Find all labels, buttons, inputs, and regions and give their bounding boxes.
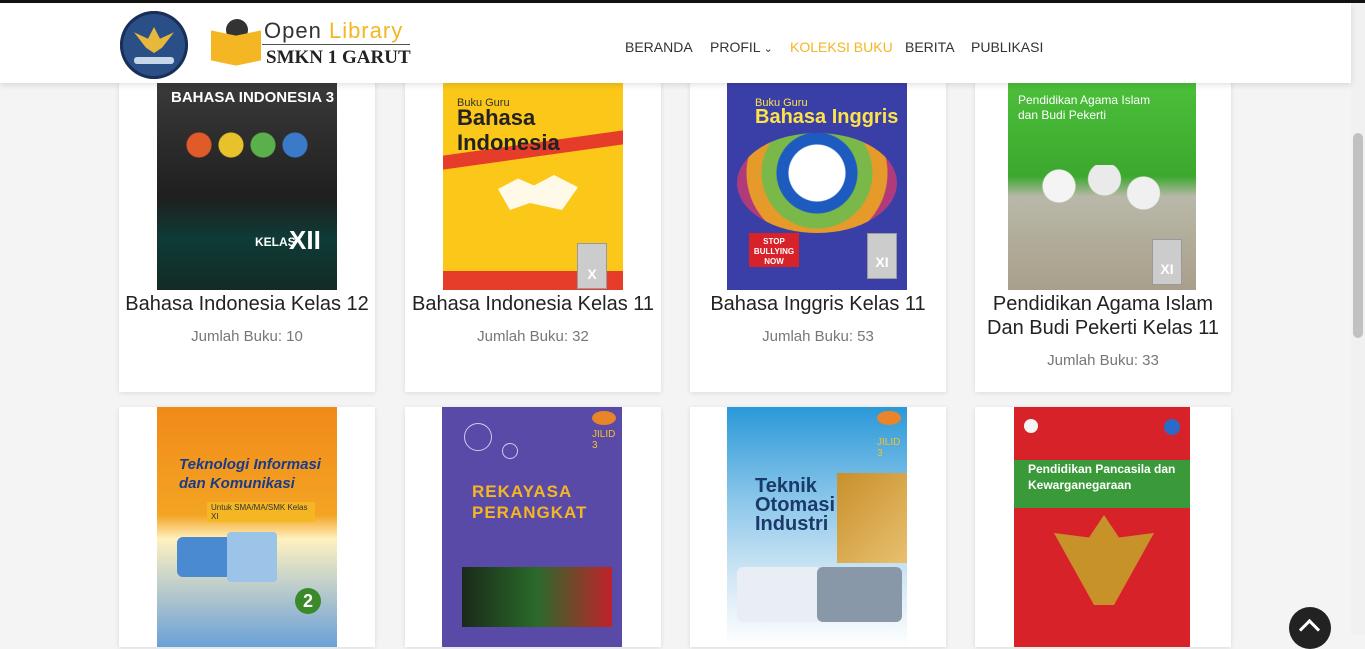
book-count: Jumlah Buku: 53 [762, 328, 874, 345]
brand-title[interactable]: Open Library [264, 18, 403, 44]
brand-open: Open [264, 18, 322, 43]
cover-title: Teknik Otomasi Industri [755, 475, 836, 535]
brand-divider [262, 44, 410, 45]
navbar: Open Library SMKN 1 GARUT BERANDA PROFIL… [0, 3, 1351, 83]
nav-berita[interactable]: BERITA [905, 39, 955, 55]
nav-profil[interactable]: PROFIL ⌄ [710, 39, 773, 55]
top-border [0, 0, 1365, 3]
book-title[interactable]: Bahasa Indonesia Kelas 11 [405, 292, 661, 316]
cover-title: REKAYASA PERANGKAT [472, 482, 588, 522]
brand-school: SMKN 1 GARUT [266, 47, 411, 68]
book-card[interactable]: Teknologi Informasi dan Komunikasi Untuk… [119, 407, 375, 647]
cover-jilid: JILID 3 [877, 437, 901, 459]
book-card[interactable]: Buku Guru Bahasa Indonesia X Bahasa Indo… [405, 60, 661, 392]
nav-publikasi[interactable]: PUBLIKASI [971, 39, 1043, 55]
open-book-icon [211, 19, 261, 67]
book-cover-image[interactable]: Teknologi Informasi dan Komunikasi Untuk… [157, 407, 337, 647]
book-cover-image[interactable]: Pendidikan Agama Islam dan Budi Pekerti … [1008, 83, 1196, 290]
nav-profil-label: PROFIL [710, 39, 761, 55]
book-cover-image[interactable]: Pendidikan Pancasila dan Kewarganegaraan [1014, 407, 1190, 647]
book-title[interactable]: Bahasa Inggris Kelas 11 [690, 292, 946, 316]
book-count: Jumlah Buku: 32 [477, 328, 589, 345]
book-title[interactable]: Bahasa Indonesia Kelas 12 [119, 292, 375, 316]
cover-title: Bahasa Inggris [755, 106, 899, 128]
cover-title: Bahasa Indonesia [457, 105, 560, 155]
cover-subtitle: Untuk SMA/MA/SMK Kelas XI [207, 502, 315, 522]
nav-koleksi-buku[interactable]: KOLEKSI BUKU [790, 39, 893, 55]
chevron-down-icon: ⌄ [763, 43, 773, 55]
book-card[interactable]: JILID 3 REKAYASA PERANGKAT [405, 407, 661, 647]
book-cover-image[interactable]: Buku Guru Bahasa Inggris STOP BULLYING N… [727, 83, 907, 290]
book-card[interactable]: Pendidikan Pancasila dan Kewarganegaraan [975, 407, 1231, 647]
book-count: Jumlah Buku: 33 [1047, 352, 1159, 369]
book-card[interactable]: Buku Guru Bahasa Inggris STOP BULLYING N… [690, 60, 946, 392]
book-card[interactable]: BAHASA INDONESIA 3 KELAS XII Bahasa Indo… [119, 60, 375, 392]
cover-grade: X [577, 243, 607, 289]
book-title-line: Pendidikan Agama Islam [992, 293, 1214, 315]
school-seal-logo[interactable] [120, 11, 188, 79]
cover-title: BAHASA INDONESIA 3 [171, 89, 335, 106]
cover-title: Teknologi Informasi dan Komunikasi [179, 456, 321, 492]
scrollbar-thumb[interactable] [1353, 133, 1363, 338]
arrow-up-icon [1298, 618, 1321, 641]
cover-volume: 2 [295, 588, 321, 614]
nav-beranda[interactable]: BERANDA [625, 39, 693, 55]
page-scrollbar[interactable] [1351, 3, 1365, 635]
book-card[interactable]: JILID 3 Teknik Otomasi Industri [690, 407, 946, 647]
cover-grade: XII [289, 225, 321, 255]
book-title[interactable]: Pendidikan Agama Islam Dan Budi Pekerti … [975, 292, 1231, 340]
book-cover-image[interactable]: Buku Guru Bahasa Indonesia X [443, 83, 623, 290]
cover-title: Pendidikan Agama Islam dan Budi Pekerti [1018, 93, 1151, 122]
book-cover-image[interactable]: JILID 3 Teknik Otomasi Industri [727, 407, 907, 647]
book-cover-image[interactable]: BAHASA INDONESIA 3 KELAS XII [157, 83, 337, 290]
book-count: Jumlah Buku: 10 [191, 328, 303, 345]
cover-jilid: JILID 3 [592, 429, 616, 451]
brand-library: Library [328, 18, 404, 43]
cover-grade: XI [867, 233, 897, 279]
book-title-line: Dan Budi Pekerti Kelas 11 [987, 317, 1219, 339]
cover-tag: STOP BULLYING NOW [749, 233, 799, 267]
scroll-to-top-button[interactable] [1289, 607, 1331, 649]
cover-grade: XI [1152, 239, 1182, 285]
book-card[interactable]: Pendidikan Agama Islam dan Budi Pekerti … [975, 60, 1231, 392]
cover-title: Pendidikan Pancasila dan Kewarganegaraan [1028, 462, 1176, 492]
book-cover-image[interactable]: JILID 3 REKAYASA PERANGKAT [442, 407, 622, 647]
